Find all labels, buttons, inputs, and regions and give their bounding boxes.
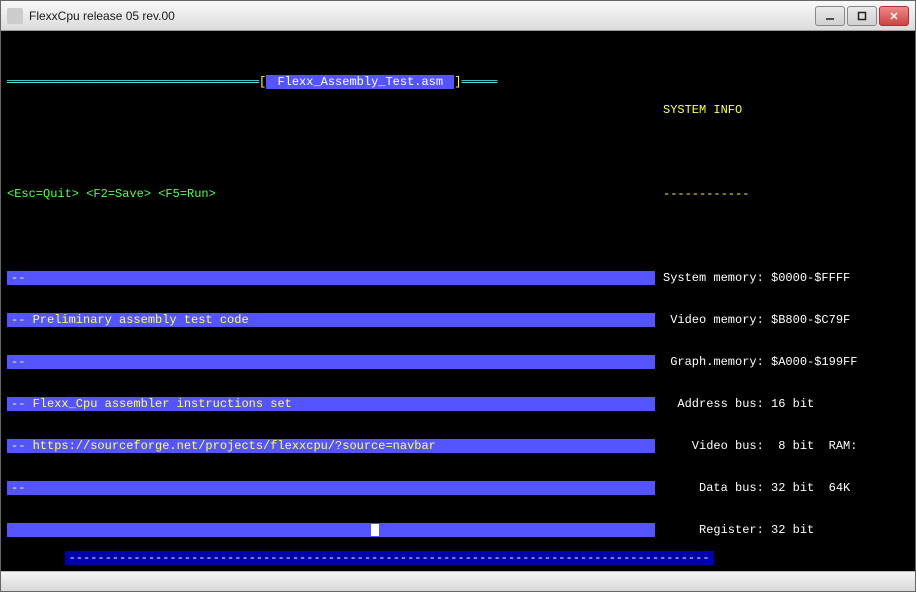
right-pane: SYSTEM INFO: [655, 75, 909, 145]
sysinfo-line: System memory: $0000-$FFFF: [663, 271, 909, 285]
editor-separator: ----------------------------------------…: [65, 551, 714, 565]
filename-label: Flexx_Assembly_Test.asm: [266, 75, 454, 89]
cursor: [371, 524, 379, 536]
sysinfo-sep: ------------: [655, 187, 909, 201]
sysinfo-line: Data bus: 32 bit 64K: [663, 481, 909, 495]
sysinfo-line: Video bus: 8 bit RAM:: [663, 439, 909, 453]
window-bottom-bar: [1, 571, 915, 591]
editor-line[interactable]: -- https://sourceforge.net/projects/flex…: [7, 439, 655, 453]
editor-pane[interactable]: -- -- Preliminary assembly test code -- …: [7, 243, 655, 571]
editor-line[interactable]: --: [7, 271, 655, 285]
minimize-icon: [825, 11, 835, 21]
app-icon: [7, 8, 23, 24]
close-icon: [889, 11, 899, 21]
top-bar-row: ═══════════════════════════════════[ Fle…: [7, 75, 909, 145]
window-title-text: FlexxCpu release 05 rev.00: [29, 9, 815, 23]
terminal-area: ═══════════════════════════════════[ Fle…: [1, 31, 915, 571]
titlebar[interactable]: FlexxCpu release 05 rev.00: [1, 1, 915, 31]
editor-line[interactable]: --: [7, 355, 655, 369]
maximize-button[interactable]: [847, 6, 877, 26]
sysinfo-line: Register: 32 bit: [663, 523, 909, 537]
editor-line[interactable]: --: [7, 481, 655, 495]
sysinfo-line: Address bus: 16 bit: [663, 397, 909, 411]
editor-line[interactable]: -- Preliminary assembly test code: [7, 313, 655, 327]
close-button[interactable]: [879, 6, 909, 26]
window-controls: [815, 6, 909, 26]
minimize-button[interactable]: [815, 6, 845, 26]
filename-bar: ═══════════════════════════════════[ Fle…: [7, 75, 655, 145]
maximize-icon: [857, 11, 867, 21]
sysinfo-title: SYSTEM INFO: [663, 103, 909, 117]
sysinfo-line: Video memory: $B800-$C79F: [663, 313, 909, 327]
sysinfo-line: Graph.memory: $A000-$199FF: [663, 355, 909, 369]
window-frame: FlexxCpu release 05 rev.00 ═════════════…: [0, 0, 916, 592]
side-panel: System memory: $0000-$FFFF Video memory:…: [655, 243, 909, 571]
shortcut-hints-top: <Esc=Quit> <F2=Save> <F5=Run>: [7, 187, 655, 201]
editor-cursor-line[interactable]: [7, 523, 655, 537]
editor-line[interactable]: -- Flexx_Cpu assembler instructions set: [7, 397, 655, 411]
